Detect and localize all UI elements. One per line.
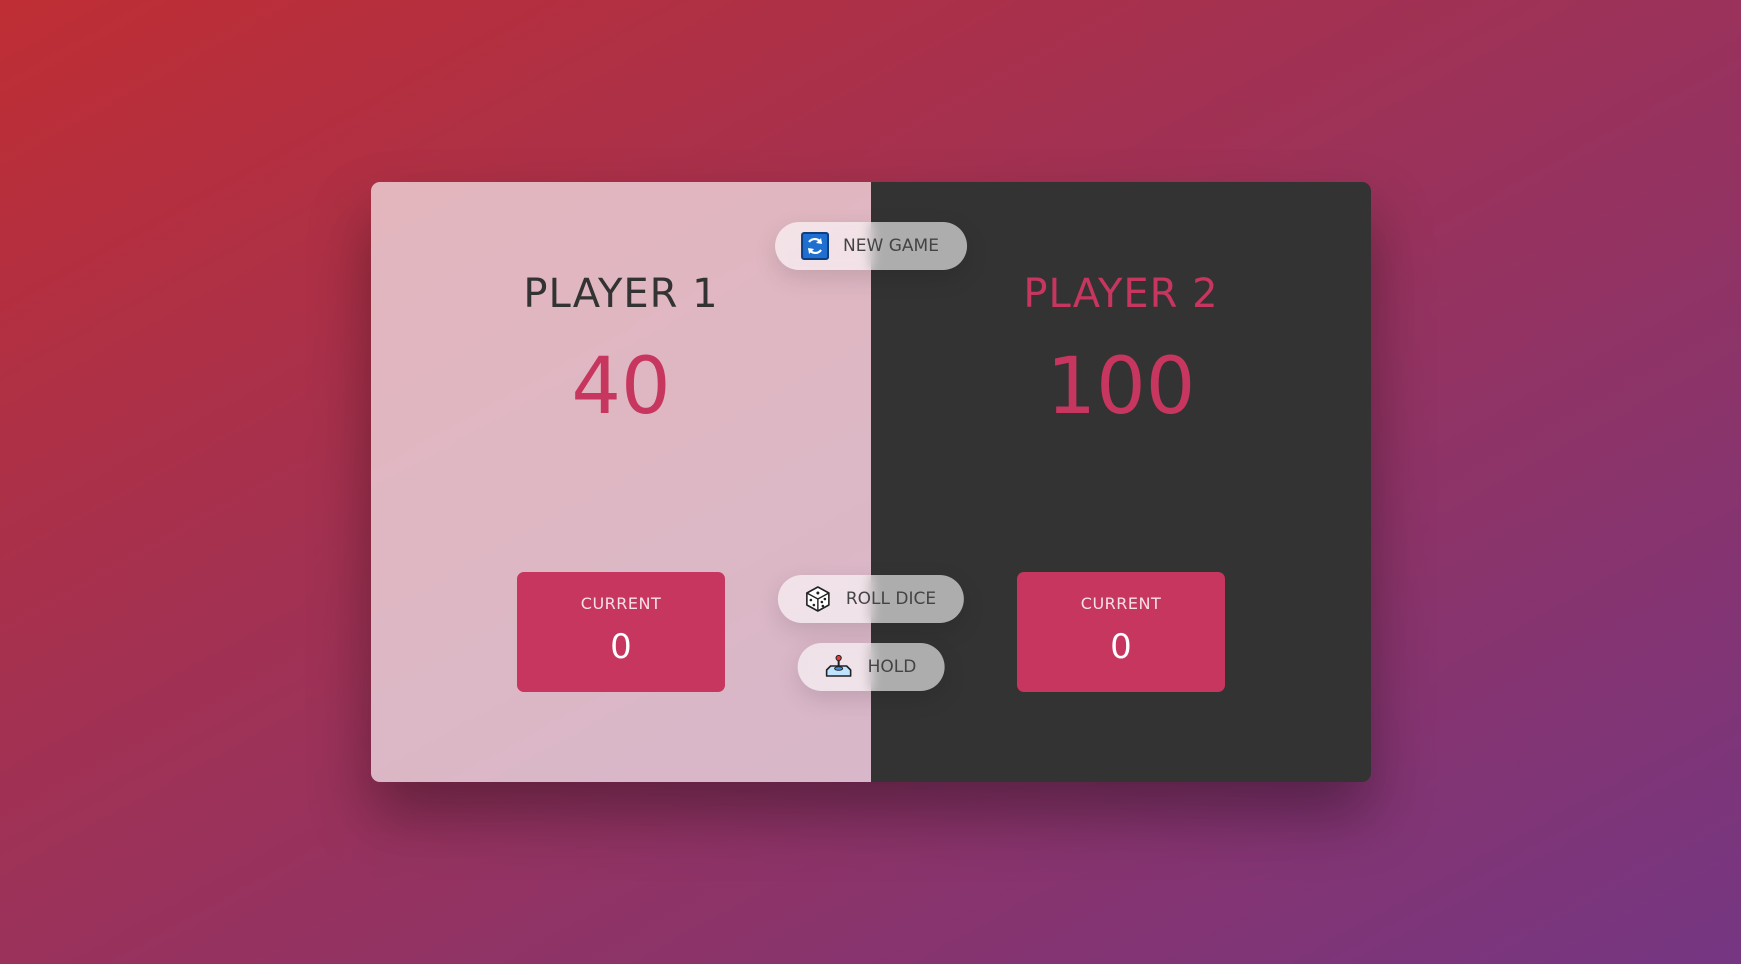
player-2-panel: PLAYER 2 100 CURRENT 0	[871, 182, 1371, 782]
player-2-current-box: CURRENT 0	[1017, 572, 1225, 692]
refresh-icon	[801, 232, 830, 260]
player-1-current-score: 0	[610, 627, 632, 667]
roll-dice-button[interactable]: ROLL DICE	[777, 575, 965, 623]
roll-dice-label: ROLL DICE	[845, 589, 937, 609]
player-2-current-label: CURRENT	[1080, 594, 1162, 613]
new-game-button[interactable]: NEW GAME	[775, 222, 967, 270]
game-board: PLAYER 1 40 CURRENT 0 PLAYER 2 100 CURRE…	[371, 182, 1371, 782]
joystick-icon	[824, 654, 854, 680]
player-1-total-score: 40	[571, 342, 671, 432]
new-game-label: NEW GAME	[843, 236, 939, 256]
player-1-panel: PLAYER 1 40 CURRENT 0	[371, 182, 871, 782]
dice-icon	[804, 585, 832, 613]
player-1-current-box: CURRENT 0	[517, 572, 725, 692]
player-1-name: PLAYER 1	[523, 271, 719, 317]
hold-button[interactable]: HOLD	[797, 643, 945, 691]
player-2-total-score: 100	[1046, 342, 1196, 432]
player-1-current-label: CURRENT	[580, 594, 662, 613]
hold-label: HOLD	[867, 657, 917, 677]
player-2-name: PLAYER 2	[1023, 271, 1219, 317]
player-2-current-score: 0	[1110, 627, 1132, 667]
